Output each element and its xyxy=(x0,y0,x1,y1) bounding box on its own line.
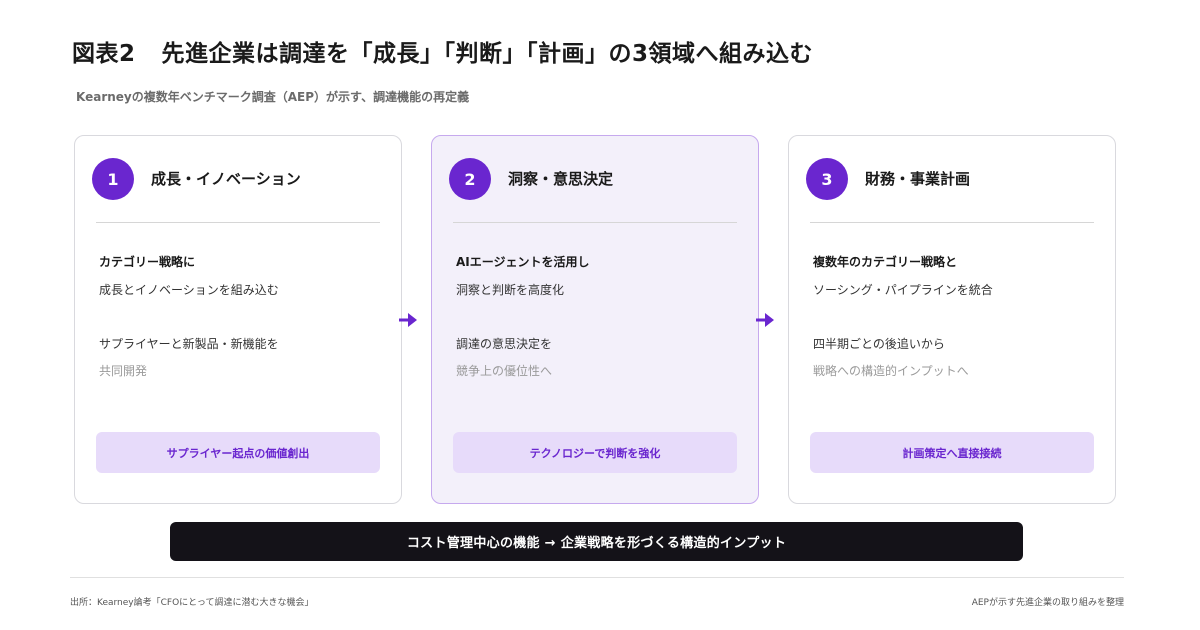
figure-title: 図表2 先進企業は調達を「成長」「判断」「計画」の3領域へ組み込む xyxy=(72,34,813,68)
arrow-right-icon xyxy=(399,313,417,327)
card-body-line: 調達の意思決定を xyxy=(456,337,553,351)
card-lead-line: カテゴリー戦略に xyxy=(99,255,196,269)
arrow-right-icon xyxy=(756,313,774,327)
figure-number: 図表2 xyxy=(72,41,136,67)
card-outcome-pill: サプライヤー起点の価値創出 xyxy=(96,432,380,473)
card-outcome-pill: 計画策定へ直接接続 xyxy=(810,432,1094,473)
card-finance-planning: 3 財務・事業計画 複数年のカテゴリー戦略と ソーシング・パイプラインを統合 四… xyxy=(788,135,1116,504)
footer-divider xyxy=(70,577,1124,578)
card-lead-line: 複数年のカテゴリー戦略と xyxy=(813,255,958,269)
figure-subtitle: Kearneyの複数年ベンチマーク調査（AEP）が示す、調達機能の再定義 xyxy=(76,90,470,104)
card-muted-line: 競争上の優位性へ xyxy=(456,364,553,378)
card-body-line: サプライヤーと新製品・新機能を xyxy=(99,337,279,351)
step-badge-1: 1 xyxy=(92,158,134,200)
step-badge-3: 3 xyxy=(806,158,848,200)
card-body-line: ソーシング・パイプラインを統合 xyxy=(813,283,993,297)
step-badge-2: 2 xyxy=(449,158,491,200)
card-lead-line: AIエージェントを活用し xyxy=(456,255,590,269)
footer-source: 出所：Kearney論考「CFOにとって調達に潜む大きな機会」 xyxy=(70,598,314,608)
figure-title-text: 先進企業は調達を「成長」「判断」「計画」の3領域へ組み込む xyxy=(161,41,814,67)
card-outcome-pill: テクノロジーで判断を強化 xyxy=(453,432,737,473)
card-muted-line: 戦略への構造的インプットへ xyxy=(813,364,969,378)
card-growth-innovation: 1 成長・イノベーション カテゴリー戦略に 成長とイノベーションを組み込む サプ… xyxy=(74,135,402,504)
card-body-line: 成長とイノベーションを組み込む xyxy=(99,283,279,297)
footer-note: AEPが示す先進企業の取り組みを整理 xyxy=(971,598,1124,608)
card-title: 財務・事業計画 xyxy=(865,170,971,188)
card-title: 成長・イノベーション xyxy=(151,170,301,188)
card-muted-line: 共同開発 xyxy=(99,364,148,378)
card-divider xyxy=(453,222,737,223)
card-divider xyxy=(96,222,380,223)
card-body-line: 四半期ごとの後追いから xyxy=(813,337,945,351)
card-body-line: 洞察と判断を高度化 xyxy=(456,283,565,297)
summary-bar: コスト管理中心の機能 → 企業戦略を形づくる構造的インプット xyxy=(170,522,1023,561)
card-title: 洞察・意思決定 xyxy=(508,170,614,188)
card-insight-decision: 2 洞察・意思決定 AIエージェントを活用し 洞察と判断を高度化 調達の意思決定… xyxy=(431,135,759,504)
card-divider xyxy=(810,222,1094,223)
